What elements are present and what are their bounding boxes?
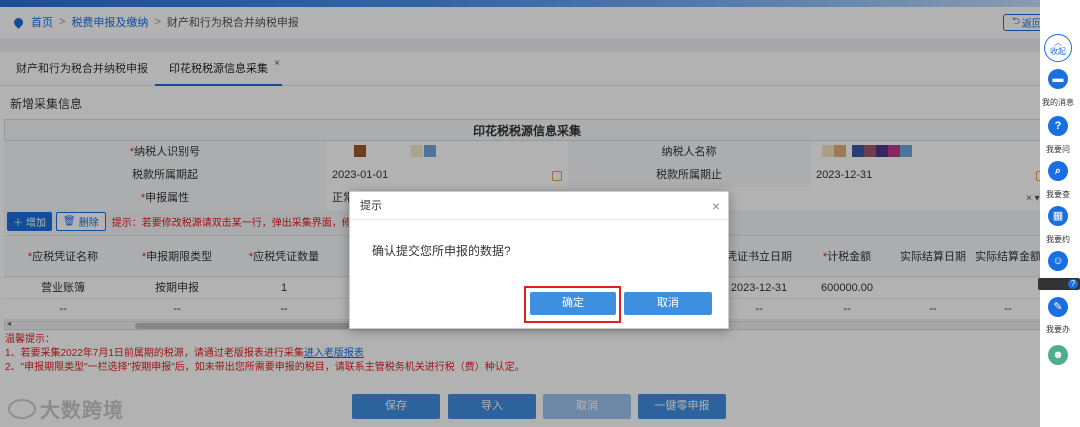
message-icon[interactable]: ▬	[1048, 69, 1068, 89]
sidebar-item-handle[interactable]: 我要办	[1046, 324, 1070, 335]
robot-icon[interactable]: ☺	[1048, 251, 1068, 271]
close-icon[interactable]: ×	[712, 192, 720, 220]
dialog-header: 提示 ×	[350, 192, 728, 220]
confirm-dialog: 提示 × 确认提交您所申报的数据? 确定 取消	[349, 191, 729, 329]
question-icon[interactable]: ?	[1048, 116, 1068, 136]
calendar-icon[interactable]: ▦	[1048, 206, 1068, 226]
edit-icon[interactable]: ✎	[1048, 297, 1068, 317]
sidebar-item-messages[interactable]: 我的消息	[1042, 97, 1074, 108]
search-icon[interactable]: ⌕	[1048, 161, 1068, 181]
help-icon[interactable]: ?	[1068, 279, 1078, 289]
chevron-up-icon: ︿	[1054, 38, 1062, 47]
fold-label: 收起	[1050, 47, 1066, 56]
fold-button[interactable]: ︿ 收起	[1044, 34, 1072, 62]
keyboard-strip[interactable]: ?	[1038, 278, 1080, 290]
dialog-message: 确认提交您所申报的数据?	[372, 244, 511, 258]
sidebar-item-query[interactable]: 我要查	[1046, 189, 1070, 200]
confirm-ok-button[interactable]: 确定	[530, 292, 616, 315]
sidebar-item-appointment[interactable]: 我要约	[1046, 234, 1070, 245]
assistant-avatar-icon[interactable]: ☻	[1048, 345, 1068, 365]
sidebar-item-ask[interactable]: 我要问	[1046, 144, 1070, 155]
dialog-title: 提示	[360, 200, 382, 212]
confirm-cancel-button[interactable]: 取消	[624, 292, 712, 315]
